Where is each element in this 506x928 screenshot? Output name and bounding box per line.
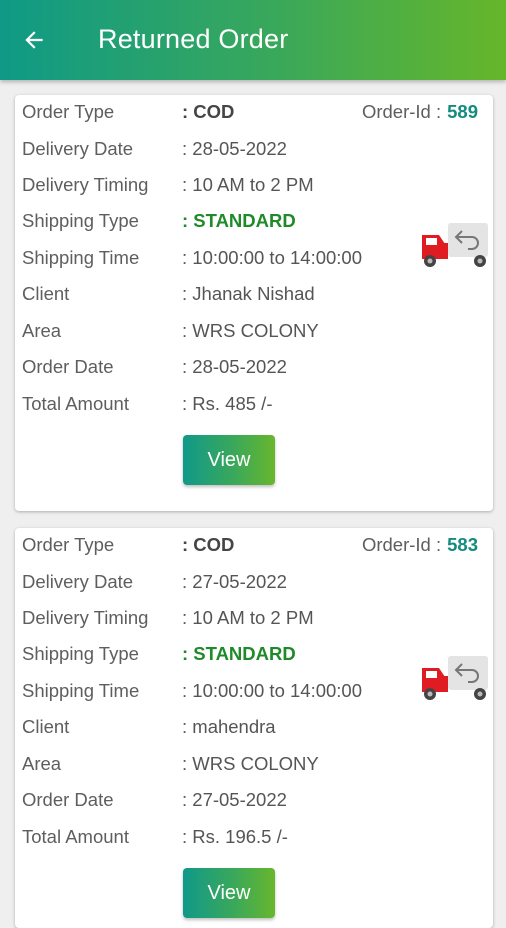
shipping-type-label: Shipping Type	[22, 210, 139, 231]
order-id-value: 589	[447, 101, 478, 122]
area-value: : WRS COLONY	[182, 753, 319, 774]
area-row: Area : WRS COLONY	[22, 316, 319, 346]
order-type-value: : COD	[182, 101, 235, 122]
shipping-time-row: Shipping Time : 10:00:00 to 14:00:00	[22, 243, 362, 273]
order-type-value: : COD	[182, 534, 235, 555]
delivery-timing-label: Delivery Timing	[22, 607, 149, 628]
delivery-date-value: : 28-05-2022	[182, 138, 287, 159]
shipping-time-value: : 10:00:00 to 14:00:00	[182, 680, 363, 701]
shipping-time-value: : 10:00:00 to 14:00:00	[182, 247, 363, 268]
delivery-timing-label: Delivery Timing	[22, 174, 149, 195]
arrow-left-icon	[25, 31, 43, 49]
order-id: Order-Id : 589	[362, 97, 478, 127]
total-amount-row: Total Amount : Rs. 196.5 /-	[22, 822, 288, 852]
total-amount-row: Total Amount : Rs. 485 /-	[22, 389, 272, 419]
order-type-row: Order Type : COD	[22, 97, 234, 127]
order-date-value: : 27-05-2022	[182, 789, 287, 810]
order-date-label: Order Date	[22, 789, 114, 810]
shipping-time-label: Shipping Time	[22, 247, 140, 268]
back-button[interactable]	[14, 22, 54, 58]
delivery-timing-value: : 10 AM to 2 PM	[182, 607, 314, 628]
view-button[interactable]: View	[183, 435, 275, 485]
order-type-label: Order Type	[22, 101, 115, 122]
total-amount-label: Total Amount	[22, 826, 129, 847]
total-amount-value: : Rs. 485 /-	[182, 393, 273, 414]
shipping-type-value: : STANDARD	[182, 210, 296, 231]
client-value: : mahendra	[182, 716, 276, 737]
delivery-date-label: Delivery Date	[22, 571, 134, 592]
app-bar: Returned Order	[0, 0, 506, 80]
client-label: Client	[22, 283, 70, 304]
client-label: Client	[22, 716, 70, 737]
order-date-row: Order Date : 28-05-2022	[22, 352, 287, 382]
order-date-label: Order Date	[22, 356, 114, 377]
shipping-type-label: Shipping Type	[22, 643, 139, 664]
area-label: Area	[22, 320, 62, 341]
order-type-row: Order Type : COD	[22, 530, 234, 560]
delivery-date-value: : 27-05-2022	[182, 571, 287, 592]
view-button[interactable]: View	[183, 868, 275, 918]
order-type-label: Order Type	[22, 534, 115, 555]
delivery-date-row: Delivery Date : 28-05-2022	[22, 134, 287, 164]
return-truck-icon	[422, 223, 488, 267]
total-amount-value: : Rs. 196.5 /-	[182, 826, 288, 847]
delivery-timing-row: Delivery Timing : 10 AM to 2 PM	[22, 603, 314, 633]
order-date-value: : 28-05-2022	[182, 356, 287, 377]
total-amount-label: Total Amount	[22, 393, 129, 414]
page-title: Returned Order	[98, 24, 289, 54]
delivery-timing-value: : 10 AM to 2 PM	[182, 174, 314, 195]
delivery-date-row: Delivery Date : 27-05-2022	[22, 567, 287, 597]
area-label: Area	[22, 753, 62, 774]
order-id-label: Order-Id :	[361, 101, 442, 122]
client-value: : Jhanak Nishad	[182, 283, 315, 304]
order-id: Order-Id : 583	[362, 530, 478, 560]
area-row: Area : WRS COLONY	[22, 749, 319, 779]
delivery-date-label: Delivery Date	[22, 138, 134, 159]
order-id-value: 583	[447, 534, 478, 555]
client-row: Client : mahendra	[22, 712, 276, 742]
order-id-label: Order-Id :	[361, 534, 442, 555]
shipping-time-row: Shipping Time : 10:00:00 to 14:00:00	[22, 676, 362, 706]
area-value: : WRS COLONY	[182, 320, 319, 341]
return-truck-icon	[422, 656, 488, 700]
shipping-type-value: : STANDARD	[182, 643, 296, 664]
client-row: Client : Jhanak Nishad	[22, 279, 315, 309]
shipping-type-row: Shipping Type : STANDARD	[22, 639, 296, 669]
order-card: Order Type : COD Order-Id : 589 Delivery…	[15, 95, 493, 511]
delivery-timing-row: Delivery Timing : 10 AM to 2 PM	[22, 170, 314, 200]
order-card: Order Type : COD Order-Id : 583 Delivery…	[15, 528, 493, 928]
shipping-type-row: Shipping Type : STANDARD	[22, 206, 296, 236]
shipping-time-label: Shipping Time	[22, 680, 140, 701]
order-date-row: Order Date : 27-05-2022	[22, 785, 287, 815]
